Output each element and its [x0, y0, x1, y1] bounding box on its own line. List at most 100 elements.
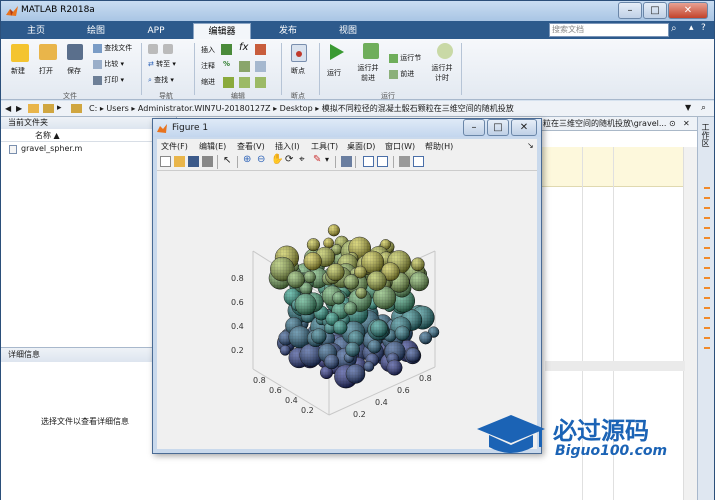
editor-close-icon[interactable]: ✕ [683, 119, 690, 128]
uncomment-icon[interactable] [255, 61, 266, 72]
tab-editor[interactable]: 编辑器 [193, 23, 251, 39]
hide-plot-tools-icon[interactable] [399, 156, 410, 167]
rotate-3d-icon[interactable]: ⟳ [285, 154, 293, 165]
breadcrumb-users[interactable]: Users [106, 104, 128, 113]
pointer-icon[interactable]: ↖ [223, 155, 231, 166]
print-figure-icon[interactable] [202, 156, 213, 167]
run-time-clock-icon [437, 43, 453, 59]
forward-arrow-icon[interactable]: ▶ [16, 104, 22, 113]
editor-vertical-scrollbar[interactable] [683, 147, 697, 500]
breadcrumb-user[interactable]: Administrator.WIN7U-20180127Z [138, 104, 271, 113]
breakpoints-button[interactable]: 断点 [291, 44, 307, 76]
code-highlight [541, 147, 683, 187]
menu-insert[interactable]: 插入(I) [275, 141, 300, 152]
maximize-button[interactable]: □ [643, 2, 667, 19]
details-header: 详细信息 [1, 348, 177, 362]
brush-dropdown-icon[interactable]: ▾ [325, 155, 329, 164]
folder-dropdown-icon[interactable]: ▸ [57, 103, 62, 113]
help-icon[interactable]: ? [701, 23, 706, 33]
editor-options-icon[interactable]: ⊙ [669, 119, 676, 128]
wrap-comment-icon[interactable] [239, 61, 250, 72]
name-column-header[interactable]: 名称 ▲ [1, 129, 176, 142]
run-and-time-button[interactable]: 运行并 计时 [431, 43, 453, 83]
goto-button[interactable]: ⇄ 转至 ▾ [148, 59, 176, 69]
open-button[interactable]: 打开 [39, 44, 57, 76]
new-figure-icon[interactable] [160, 156, 171, 167]
link-plot-icon[interactable] [341, 156, 352, 167]
save-figure-icon[interactable] [188, 156, 199, 167]
menu-view[interactable]: 查看(V) [237, 141, 265, 152]
print-button[interactable]: 打印 ▾ [93, 75, 124, 85]
path-search-icon[interactable]: ⌕ [701, 103, 706, 113]
pan-hand-icon[interactable]: ✋ [271, 154, 283, 165]
run-button[interactable]: 运行 [327, 43, 345, 78]
find-button[interactable]: ⌕ 查找 ▾ [148, 75, 174, 85]
figure-close-button[interactable]: ✕ [511, 119, 537, 136]
list-item[interactable]: gravel_spher.m [1, 142, 176, 156]
fx-button[interactable]: fx [239, 42, 248, 53]
sphere-3d-plot[interactable]: 0.20.40.60.80.80.60.40.20.80.60.40.2 [157, 171, 537, 449]
menu-edit[interactable]: 编辑(E) [199, 141, 226, 152]
editor-ribbon: 新建 打开 保存 查找文件 比较 ▾ 打印 ▾ 文件 ⇄ 转至 ▾ ⌕ 查找 ▾… [1, 39, 714, 100]
sphere-shade-191 [386, 359, 403, 376]
increase-indent-icon[interactable] [239, 77, 250, 88]
breadcrumb-drive[interactable]: C: [89, 104, 97, 113]
x-tick-1: 0.6 [269, 386, 282, 395]
figure-maximize-button[interactable]: □ [487, 119, 509, 136]
insert-button[interactable]: 插入 [201, 45, 215, 55]
minimize-button[interactable]: – [618, 2, 642, 19]
tab-view[interactable]: 视图 [327, 23, 369, 39]
browse-folder-icon[interactable] [28, 104, 39, 113]
workspace-sidebar[interactable]: 工作区 [697, 117, 714, 500]
menu-help[interactable]: 帮助(H) [425, 141, 453, 152]
run-and-advance-button[interactable]: 运行并 前进 [357, 43, 379, 83]
menu-tools[interactable]: 工具(T) [311, 141, 338, 152]
tab-publish[interactable]: 发布 [267, 23, 309, 39]
tab-home[interactable]: 主页 [15, 23, 57, 39]
menu-desktop[interactable]: 桌面(D) [347, 141, 375, 152]
data-cursor-icon[interactable]: ⌖ [299, 154, 305, 165]
sphere-shade-83 [323, 237, 334, 249]
search-documentation-input[interactable]: 搜索文档 [549, 23, 669, 37]
breadcrumb-project[interactable]: 模拟不同粒径的混凝土骰石颗粒在三维空间的随机投放 [322, 104, 514, 113]
editor-horizontal-scrollbar[interactable] [545, 361, 685, 371]
file-group-label: 文件 [63, 92, 77, 100]
indent-button[interactable]: 缩进 [201, 77, 215, 87]
new-button[interactable]: 新建 [11, 44, 29, 76]
colorbar-icon[interactable] [363, 156, 374, 167]
breadcrumb-desktop[interactable]: Desktop [280, 104, 313, 113]
percent-icon[interactable]: % [223, 60, 230, 68]
back-arrow-icon[interactable]: ◀ [5, 104, 11, 113]
ribbon-collapse-icon[interactable]: ▴ [689, 23, 694, 33]
menu-window[interactable]: 窗口(W) [385, 141, 415, 152]
find-files-button[interactable]: 查找文件 [93, 43, 132, 53]
up-folder-icon[interactable] [43, 104, 54, 113]
insert-section-icon[interactable] [221, 44, 232, 55]
figure-minimize-button[interactable]: – [463, 119, 485, 136]
forward-nav-icon[interactable] [163, 44, 173, 54]
zoom-in-icon[interactable]: ⊕ [243, 154, 251, 165]
advance-button[interactable]: 前进 [389, 69, 414, 79]
menu-file[interactable]: 文件(F) [161, 141, 188, 152]
decrease-indent-icon[interactable] [255, 77, 266, 88]
tab-plots[interactable]: 绘图 [75, 23, 117, 39]
brush-icon[interactable]: ✎ [313, 154, 321, 165]
compare-button[interactable]: 比较 ▾ [93, 59, 124, 69]
show-plot-tools-icon[interactable] [413, 156, 424, 167]
path-dropdown-icon[interactable]: ▼ [685, 103, 691, 112]
open-file-icon[interactable] [174, 156, 185, 167]
legend-icon[interactable] [377, 156, 388, 167]
search-icon[interactable]: ⌕ [671, 23, 677, 34]
save-button[interactable]: 保存 [67, 44, 83, 76]
run-section-button[interactable]: 运行节 [389, 53, 421, 63]
close-button[interactable]: ✕ [668, 2, 708, 19]
menu-dock-icon[interactable]: ↘ [527, 141, 534, 150]
comment-button[interactable]: 注释 [201, 61, 215, 71]
sphere-shade-122 [419, 331, 432, 345]
smart-indent-icon[interactable] [223, 77, 234, 88]
sphere-shade-143 [409, 271, 429, 291]
back-nav-icon[interactable] [148, 44, 158, 54]
zoom-out-icon[interactable]: ⊖ [257, 154, 265, 165]
insert-function-icon[interactable] [255, 44, 266, 55]
tab-apps[interactable]: APP [135, 23, 177, 39]
